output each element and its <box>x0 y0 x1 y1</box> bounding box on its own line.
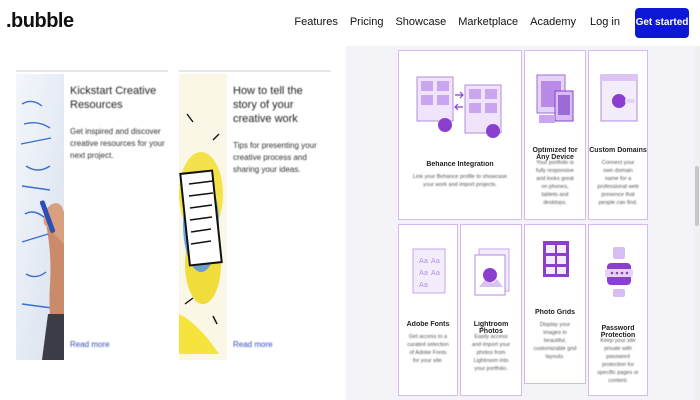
lightroom-icon <box>474 248 510 296</box>
feature-tile-adobe-fonts[interactable]: Aa Aa Aa Aa Aa Adobe Fonts Get access to… <box>398 224 458 396</box>
top-navigation: .bubble Features Pricing Showcase Market… <box>0 0 700 46</box>
photo-grid-icon <box>543 241 569 277</box>
behance-grid-icon <box>416 76 502 138</box>
nav-link-pricing[interactable]: Pricing <box>350 16 384 28</box>
login-link[interactable]: Log in <box>590 16 620 28</box>
feature-tile-behance[interactable]: Behance Integration Link your Behance pr… <box>398 50 522 220</box>
scrollbar[interactable] <box>694 46 700 400</box>
feature-description: Display your images in beautiful, custom… <box>533 322 577 360</box>
nav-link-marketplace[interactable]: Marketplace <box>458 16 518 28</box>
feature-description: Connect your own domain name for a profe… <box>597 160 639 206</box>
resources-panel: Kickstart Creative Resources Get inspire… <box>0 46 346 400</box>
svg-text:Aa: Aa <box>419 269 428 277</box>
card-title[interactable]: How to tell the story of your creative w… <box>233 84 329 126</box>
get-started-button[interactable]: Get started <box>635 8 689 38</box>
fonts-icon: Aa Aa Aa Aa Aa <box>412 248 446 294</box>
feature-title: Adobe Fonts <box>406 321 450 328</box>
read-more-link[interactable]: Read more <box>233 340 273 349</box>
sketch-illustration <box>179 74 227 360</box>
devices-icon <box>536 74 574 123</box>
svg-text:Aa: Aa <box>431 257 440 265</box>
feature-tile-photo-grids[interactable]: Photo Grids Display your images in beaut… <box>524 224 586 384</box>
feature-description: Get access to a curated selection of Ado… <box>407 334 449 364</box>
scrollbar-thumb[interactable] <box>695 166 699 226</box>
card-body: Kickstart Creative Resources Get inspire… <box>70 84 166 162</box>
svg-text:Aa: Aa <box>431 269 440 277</box>
read-more-link[interactable]: Read more <box>70 340 110 349</box>
feature-tile-domains[interactable]: Custom Domains Connect your own domain n… <box>588 50 648 220</box>
card-description: Tips for presenting your creative proces… <box>233 141 317 174</box>
whiteboard-photo <box>16 74 64 360</box>
feature-description: Keep your site private with password pro… <box>597 338 639 384</box>
nav-link-features[interactable]: Features <box>294 16 337 28</box>
feature-title: Behance Integration <box>426 161 494 168</box>
domain-browser-icon <box>600 74 638 122</box>
bubble-logo[interactable]: .bubble <box>6 10 74 33</box>
feature-description: Link your Behance profile to showcase yo… <box>412 174 508 188</box>
feature-tile-devices[interactable]: Optimized for Any Device Your portfolio … <box>524 50 586 220</box>
features-panel: Behance Integration Link your Behance pr… <box>346 46 694 400</box>
feature-title: Custom Domains <box>589 147 647 154</box>
card-description: Get inspired and discover creative resou… <box>70 127 165 160</box>
nav-link-showcase[interactable]: Showcase <box>395 16 446 28</box>
feature-description: Easily access and import your photos fro… <box>471 334 511 372</box>
feature-description: Your portfolio is fully responsive and l… <box>536 160 574 206</box>
nav-link-academy[interactable]: Academy <box>530 16 576 28</box>
resource-card[interactable]: Kickstart Creative Resources Get inspire… <box>16 70 168 360</box>
svg-text:Aa: Aa <box>419 281 428 289</box>
svg-text:Aa: Aa <box>419 257 428 265</box>
resource-card[interactable]: How to tell the story of your creative w… <box>179 70 331 360</box>
feature-tile-password[interactable]: Password Protection Keep your site priva… <box>588 224 648 396</box>
card-body: How to tell the story of your creative w… <box>233 84 329 176</box>
nav-links: Features Pricing Showcase Marketplace Ac… <box>282 16 620 28</box>
password-lock-icon <box>605 247 633 297</box>
feature-tile-lightroom[interactable]: Lightroom Photos Easily access and impor… <box>460 224 522 396</box>
feature-title: Photo Grids <box>534 309 576 316</box>
card-title[interactable]: Kickstart Creative Resources <box>70 84 166 112</box>
